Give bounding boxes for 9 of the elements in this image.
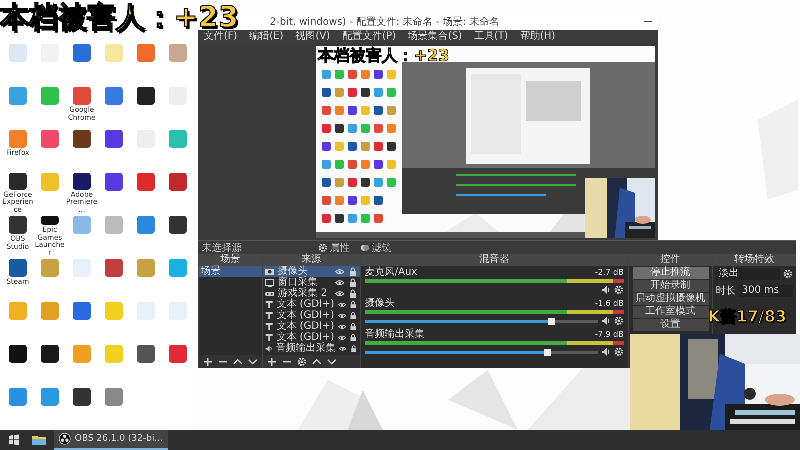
app-icon[interactable]	[41, 216, 59, 225]
obs-logo-icon	[59, 433, 71, 445]
app-icon[interactable]	[9, 216, 27, 234]
app-icon[interactable]	[73, 388, 91, 406]
app-icon[interactable]	[9, 345, 27, 363]
app-icon[interactable]	[41, 345, 59, 363]
taskbar-button[interactable]: OBS 26.1.0 (32-bi...	[54, 430, 168, 450]
app-icon[interactable]	[137, 87, 155, 105]
app-icon[interactable]	[169, 216, 187, 234]
